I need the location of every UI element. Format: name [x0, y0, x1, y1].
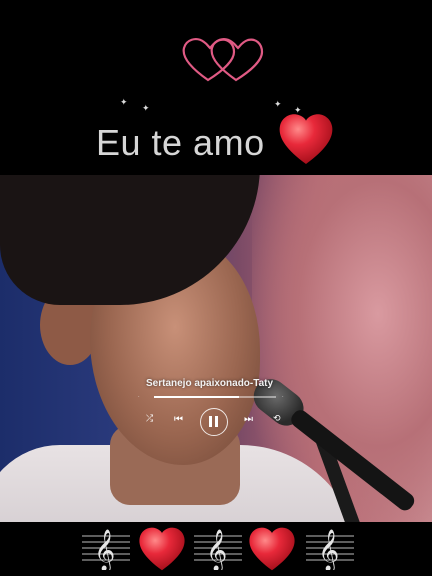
top-banner: ✦ ✦ ✦ ✦ Eu te amo: [0, 0, 432, 175]
svg-text:𝄞: 𝄞: [94, 529, 115, 570]
progress-bar[interactable]: [154, 396, 276, 398]
heart-icon: [249, 527, 295, 571]
treble-clef-icon: 𝄞: [194, 529, 242, 570]
sparkle-icon: ✦: [274, 100, 282, 110]
page-title: Eu te amo: [96, 122, 265, 163]
next-icon[interactable]: ⏭: [244, 414, 253, 425]
double-heart-outline-icon: [182, 38, 264, 82]
title-row: Eu te amo: [0, 112, 432, 172]
current-time: ·: [138, 394, 140, 400]
pause-button[interactable]: [200, 408, 228, 436]
repeat-icon[interactable]: ⟲: [273, 414, 281, 424]
song-title: Sertanejo apaixonado-Taty: [146, 378, 274, 389]
video-frame: [0, 175, 432, 522]
shuffle-icon[interactable]: ⤮: [146, 414, 153, 424]
total-time: ·: [282, 394, 284, 400]
music-player: Sertanejo apaixonado-Taty · · ⤮ ⏮ ⏭ ⟲: [130, 378, 300, 442]
previous-icon[interactable]: ⏮: [174, 414, 183, 425]
red-heart-icon: [279, 114, 333, 164]
sparkle-icon: ✦: [120, 98, 128, 108]
treble-clef-icon: 𝄞: [82, 529, 130, 570]
progress-fill: [154, 396, 240, 398]
svg-text:𝄞: 𝄞: [206, 529, 227, 570]
pause-icon: [209, 416, 212, 427]
svg-text:𝄞: 𝄞: [318, 529, 339, 570]
bottom-banner: 𝄞 𝄞 𝄞: [0, 522, 432, 576]
heart-icon: [139, 527, 185, 571]
treble-clef-icon: 𝄞: [306, 529, 354, 570]
